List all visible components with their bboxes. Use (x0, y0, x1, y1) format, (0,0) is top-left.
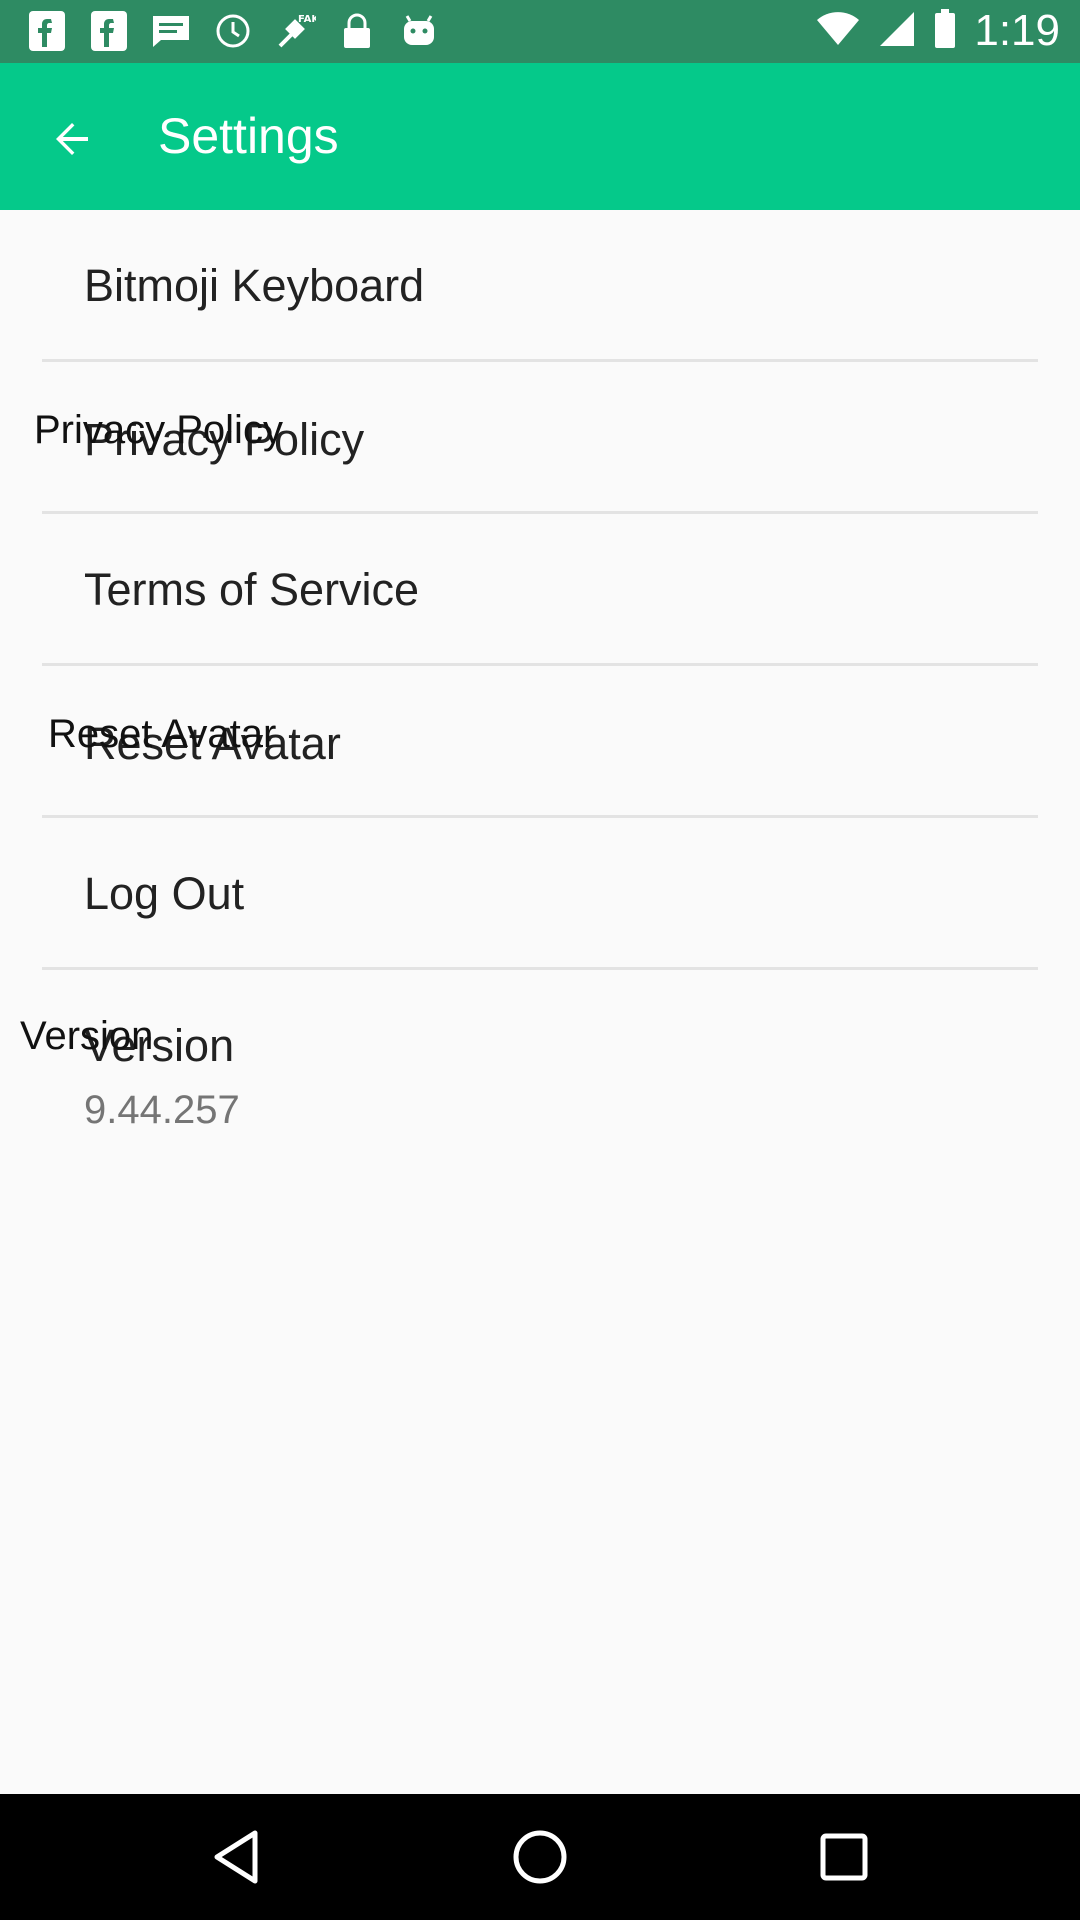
settings-item-version: Version Version 9.44.257 (0, 970, 1080, 1170)
nav-back-button[interactable] (196, 1817, 276, 1897)
settings-item-bitmoji-keyboard[interactable]: Bitmoji Keyboard (0, 210, 1080, 362)
svg-text:FAKE: FAKE (298, 14, 316, 25)
android-icon (398, 10, 440, 52)
arrow-back-icon (56, 123, 88, 155)
settings-list: Bitmoji Keyboard Privacy Policy Privacy … (0, 210, 1080, 1170)
message-icon (150, 10, 192, 52)
f-icon (26, 10, 68, 52)
overlay-label: Privacy Policy (34, 408, 283, 452)
system-status: 1:19 (816, 6, 1060, 56)
fake-gps-icon: FAKE (274, 10, 316, 52)
back-triangle-icon (214, 1830, 258, 1884)
overlay-label: Reset Avatar (48, 712, 277, 756)
battery-icon (934, 8, 956, 54)
settings-item-reset-avatar[interactable]: Reset Avatar Reset Avatar (0, 666, 1080, 818)
settings-item-label: Bitmoji Keyboard (84, 260, 425, 311)
back-button[interactable] (34, 101, 110, 177)
recents-square-icon (820, 1833, 868, 1881)
status-bar: FAKE 1:19 (0, 0, 1080, 63)
settings-item-label: Log Out (84, 868, 245, 919)
overlay-label: Version (20, 1014, 154, 1058)
nav-home-button[interactable] (500, 1817, 580, 1897)
page-title: Settings (158, 108, 339, 164)
signal-icon (878, 10, 916, 53)
home-circle-icon (513, 1830, 567, 1884)
app-bar: Settings (0, 63, 1080, 210)
nav-recents-button[interactable] (804, 1817, 884, 1897)
settings-item-privacy-policy[interactable]: Privacy Policy Privacy Policy (0, 362, 1080, 514)
lock-icon (336, 10, 378, 52)
navigation-bar (0, 1794, 1080, 1920)
settings-item-terms-of-service[interactable]: Terms of Service (0, 514, 1080, 666)
version-value: 9.44.257 (84, 1088, 240, 1132)
f-icon (88, 10, 130, 52)
settings-item-label: Terms of Service (84, 564, 420, 615)
clock-icon (212, 10, 254, 52)
wifi-icon (816, 11, 860, 52)
settings-item-log-out[interactable]: Log Out (0, 818, 1080, 970)
notification-icons: FAKE (26, 8, 440, 54)
status-time: 1:19 (974, 6, 1060, 55)
